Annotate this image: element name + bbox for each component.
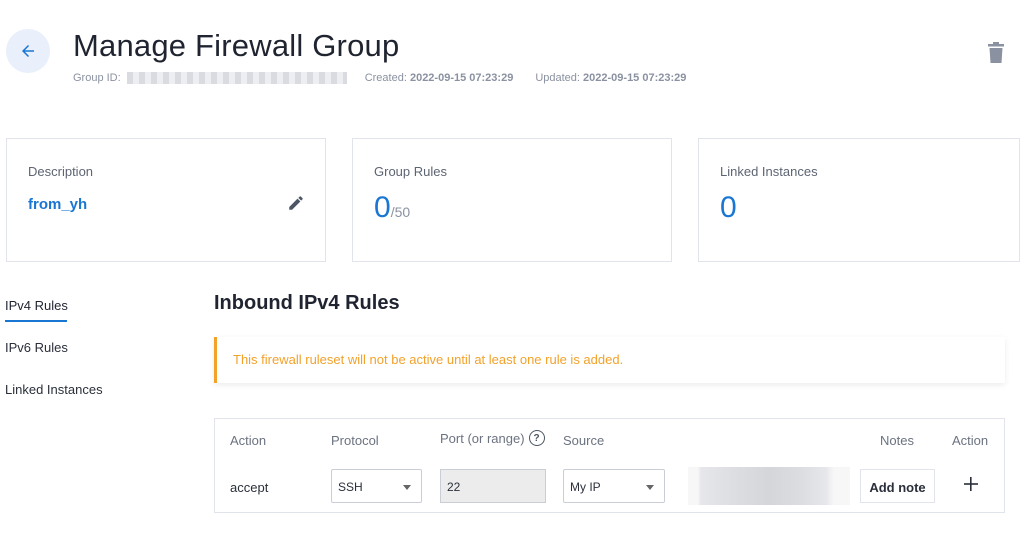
updated-label: Updated:	[535, 72, 580, 84]
warning-alert: This firewall ruleset will not be active…	[214, 337, 1005, 383]
group-id-label: Group ID:	[73, 72, 121, 84]
port-input[interactable]: 22	[440, 469, 546, 503]
edit-description-button[interactable]	[287, 194, 305, 212]
arrow-left-icon	[22, 45, 34, 57]
port-input-value: 22	[447, 480, 461, 494]
group-id-redacted	[126, 72, 347, 84]
back-button[interactable]	[6, 29, 50, 73]
trash-icon	[988, 42, 1004, 63]
source-select-value: My IP	[570, 480, 601, 494]
group-meta: Group ID: Created: 2022-09-15 07:23:29 U…	[73, 72, 686, 84]
description-label: Description	[28, 164, 94, 179]
header-port-label: Port (or range)	[440, 430, 525, 446]
row-action-value: accept	[230, 480, 269, 495]
side-nav: IPv4 Rules IPv6 Rules Linked Instances	[5, 298, 103, 424]
source-select[interactable]: My IP	[563, 469, 665, 503]
linked-instances-label: Linked Instances	[720, 164, 818, 179]
group-rules-value: 0	[374, 191, 391, 224]
source-ip-redacted	[688, 467, 850, 505]
group-rules-count: 0/50	[374, 191, 410, 225]
header-protocol: Protocol	[331, 433, 379, 448]
group-rules-label: Group Rules	[374, 164, 447, 179]
add-note-button[interactable]: Add note	[860, 469, 935, 503]
nav-ipv4-rules[interactable]: IPv4 Rules	[5, 298, 103, 340]
warning-text: This firewall ruleset will not be active…	[233, 352, 624, 367]
nav-linked-instances[interactable]: Linked Instances	[5, 382, 103, 424]
updated-value: 2022-09-15 07:23:29	[583, 72, 687, 84]
linked-instances-count: 0	[720, 191, 737, 224]
add-rule-button[interactable]	[961, 474, 981, 494]
header-row-action: Action	[952, 433, 989, 448]
header-action: Action	[230, 433, 267, 448]
chevron-down-icon	[403, 485, 411, 490]
group-rules-max: /50	[390, 204, 411, 220]
linked-instances-card: Linked Instances 0	[698, 138, 1020, 262]
created-label: Created:	[364, 72, 407, 84]
description-value: from_yh	[28, 196, 88, 213]
created-value: 2022-09-15 07:23:29	[409, 72, 514, 84]
protocol-select-value: SSH	[338, 480, 363, 494]
header-port: Port (or range) ?	[440, 430, 545, 446]
nav-ipv6-rules[interactable]: IPv6 Rules	[5, 340, 103, 382]
chevron-down-icon	[646, 485, 654, 490]
group-rules-card: Group Rules 0/50	[352, 138, 672, 262]
plus-icon	[964, 477, 978, 491]
question-circle-icon[interactable]: ?	[528, 430, 545, 446]
header-source: Source	[563, 433, 605, 448]
protocol-select[interactable]: SSH	[331, 469, 422, 503]
section-title: Inbound IPv4 Rules	[214, 292, 400, 314]
delete-group-button[interactable]	[987, 42, 1005, 64]
rules-table: Action Protocol Port (or range) ? Source…	[214, 418, 1005, 513]
pencil-icon	[289, 196, 303, 210]
page-title: Manage Firewall Group	[73, 28, 400, 63]
description-card: Description from_yh	[6, 138, 326, 262]
header-notes: Notes	[880, 433, 914, 448]
